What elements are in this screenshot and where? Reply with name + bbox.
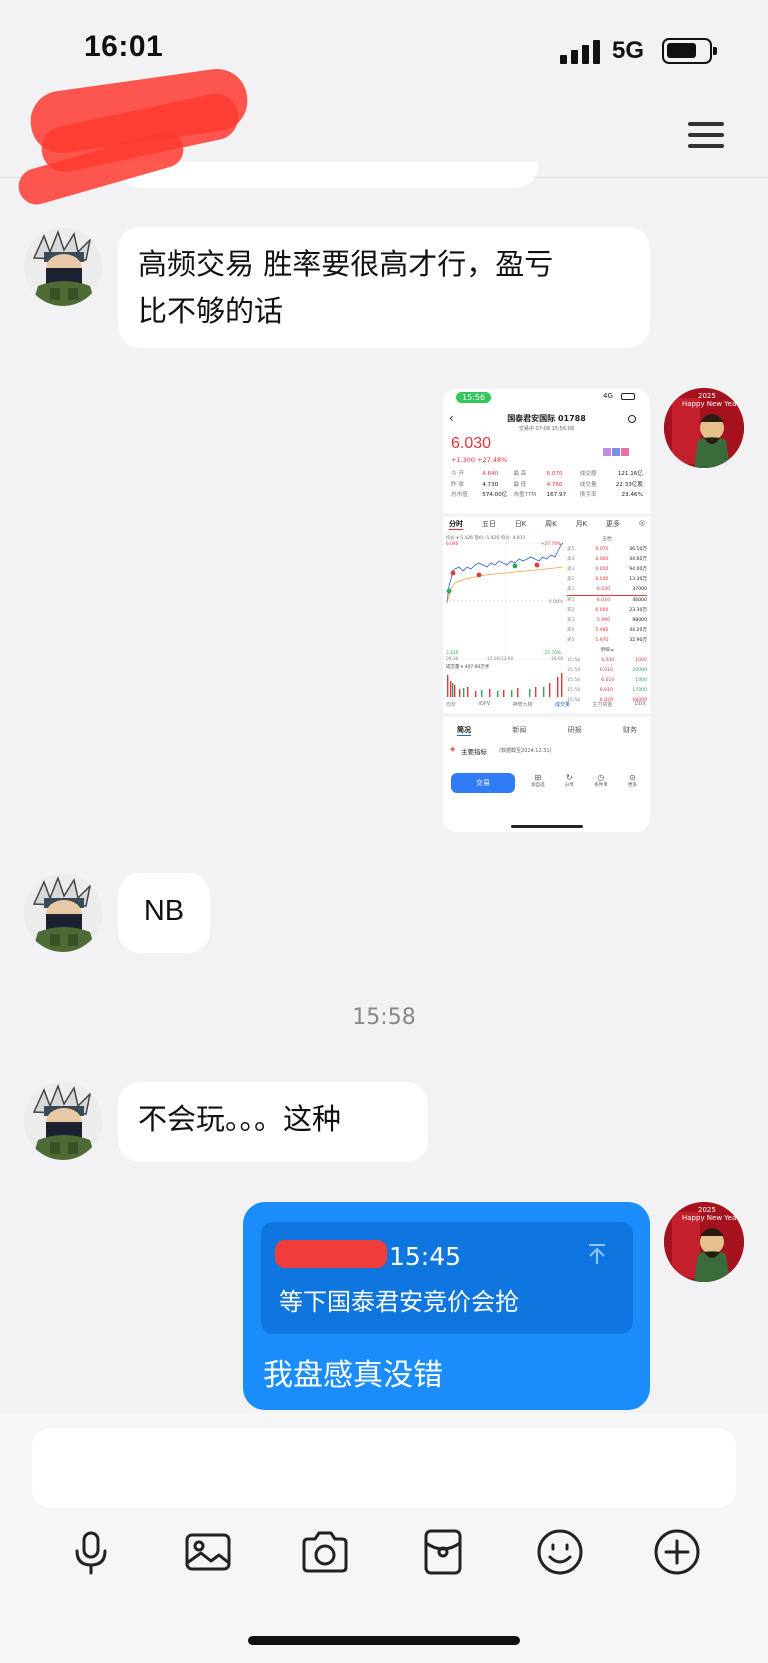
shot-main-indicator: 主要指标 — [461, 748, 487, 756]
trade-row: 15:56 6.010 1000 — [567, 678, 647, 683]
shot-tab: 分时 — [449, 520, 463, 530]
ask-row: 卖5 6.070 46.10万 — [567, 547, 647, 552]
trade-row: 15:56 6.030 1000 — [567, 658, 647, 663]
shot-tab: 五日 — [481, 520, 496, 528]
shot-price: 6.030 — [451, 435, 492, 452]
shot-pct-mid: 0.00% — [549, 600, 563, 605]
bid-row: 买3 5.990 98000 — [567, 618, 647, 623]
shot-subtitle: 交易中 07-08 15:56:08 — [518, 426, 575, 432]
avatar-badge-text: Happy New Yea — [682, 1214, 737, 1222]
shot-tags — [603, 441, 629, 460]
shot-period-tabs: 分时 五日 日K 周K 月K 更多 ◎ — [449, 519, 645, 530]
message-text: 比不够的话 — [138, 294, 284, 328]
red-packet-icon[interactable] — [418, 1527, 468, 1577]
shot-battery-icon — [621, 393, 635, 400]
shot-pct-bot: -27.70% — [543, 651, 561, 656]
screenshot-image[interactable]: 15:56 4G ‹ 国泰君安国际 01788 交易中 07-08 15:56:… — [443, 389, 650, 832]
ask-row: 卖2 6.040 13.30万 — [567, 577, 647, 582]
message-text: NB — [143, 895, 185, 927]
avatar-badge-year: 2025 — [698, 392, 716, 400]
bid-row: 买1 6.010 46000 — [567, 598, 647, 603]
shot-stats: 今 开 4.840 最 高 6.070 成交额 121.16亿 昨 收 4.730 最 … — [451, 469, 643, 501]
message-text: 高频交易 胜率要很高才行，盈亏 — [138, 247, 554, 281]
friend-avatar[interactable] — [24, 228, 102, 306]
shot-y-top: 6.040 — [446, 542, 459, 547]
voice-icon[interactable] — [66, 1527, 116, 1577]
message-text: 我盘感真没错 — [263, 1358, 443, 1393]
stats-row: 今 开 4.840 最 高 6.070 成交额 121.16亿 — [451, 471, 643, 477]
self-avatar[interactable]: 2025 Happy New Yea — [664, 1202, 744, 1282]
shot-tab: 月K — [575, 520, 588, 528]
avatar-badge-text: Happy New Yea — [682, 400, 737, 408]
network-type: 5G — [612, 37, 645, 64]
shot-bottom-actions: ⊞ 加自选 ↻ 分享 ◷ 条件单 ⊙ 更多 — [531, 773, 637, 788]
plus-icon[interactable] — [652, 1527, 702, 1577]
bid-row: 买2 6.000 23.30万 — [567, 608, 647, 613]
shot-tab: 周K — [545, 520, 557, 528]
message-bubble[interactable]: NB — [118, 873, 210, 953]
shot-network: 4G — [603, 392, 613, 400]
chat-timestamp: 15:58 — [352, 1005, 416, 1030]
shot-section-tabs: 简况 新闻 研报 财务 — [457, 726, 637, 736]
previous-message-bubble — [118, 162, 538, 188]
scroll-to-quote-icon[interactable] — [585, 1242, 609, 1266]
self-avatar[interactable]: 2025 Happy New Yea — [664, 388, 744, 468]
shot-home-indicator — [511, 825, 583, 828]
quote-time: 15:45 — [389, 1242, 462, 1271]
shot-indicator-tabs: 均价 IOPV 神奇九转 成交量 主力资金 DDX — [446, 701, 646, 708]
shot-status-time: 15:56 — [456, 392, 492, 403]
shot-indicator-date: (数据截至2024.12.31) — [499, 748, 552, 754]
shot-x-right: 16:00 — [551, 657, 564, 662]
stats-row: 总市值 574.00亿 市盈TTM 167.97 换手率 23.46% — [451, 492, 643, 498]
shot-y-bot: 3.420 — [446, 651, 459, 656]
avatar-badge-year: 2025 — [698, 1206, 716, 1214]
message-text: 不会玩。。。这种 — [138, 1102, 342, 1136]
shot-x-left: 09:30 — [446, 657, 459, 662]
shot-x-mid: 12:00/13:00 — [487, 657, 514, 662]
stats-row: 昨 收 4.730 最 低 4.760 成交量 22.33亿股 — [451, 481, 643, 488]
camera-icon[interactable] — [300, 1527, 350, 1577]
shot-tab: 更多 — [606, 520, 620, 528]
emoji-icon[interactable] — [535, 1527, 585, 1577]
bid-row: 买5 5.970 32.90万 — [567, 638, 647, 643]
status-time: 16:01 — [84, 30, 164, 63]
message-bubble-self[interactable]: 15:45 等下国泰君安竞价会抢 我盘感真没错 — [243, 1202, 650, 1410]
bid-row: 买4 5.980 44.20万 — [567, 628, 647, 633]
shot-pct-top: +27.70% — [541, 542, 561, 547]
battery-icon — [662, 38, 717, 64]
quote-text: 等下国泰君安竞价会抢 — [279, 1288, 519, 1316]
shot-order-book: 五档 卖5 6.070 46.10万 卖4 6.060 44.60万 卖3 6.050 94… — [567, 535, 647, 706]
redacted-quote-sender — [275, 1240, 387, 1268]
ask-row: 卖4 6.060 44.60万 — [567, 557, 647, 562]
shot-change: +1.300 +27.48% — [451, 456, 508, 464]
shot-volume-label: 成交量 ▾ 407.00万手 — [446, 665, 490, 670]
message-bubble[interactable]: 高频交易 胜率要很高才行，盈亏 比不够的话 — [118, 227, 650, 348]
shot-volume-chart — [447, 673, 563, 697]
image-icon[interactable] — [183, 1527, 233, 1577]
shot-tab: 日K — [514, 520, 527, 528]
trade-row: 15:56 6.010 20000 — [567, 668, 647, 673]
shot-indicator-icon: ◈ — [450, 745, 456, 753]
menu-button[interactable] — [688, 120, 726, 150]
friend-avatar[interactable] — [24, 874, 102, 952]
shot-title: 国泰君安国际 01788 — [507, 414, 586, 423]
shot-settings-icon: ◎ — [638, 519, 645, 527]
message-input[interactable] — [32, 1428, 736, 1508]
home-indicator — [248, 1636, 520, 1645]
shot-search-icon — [628, 415, 636, 423]
signal-icon — [560, 40, 602, 64]
message-bubble[interactable]: 不会玩。。。这种 — [118, 1082, 428, 1162]
friend-avatar[interactable] — [24, 1082, 102, 1160]
ask-row: 卖1 6.030 37000 — [567, 585, 647, 596]
trade-row: 15:56 6.010 17000 — [567, 688, 647, 693]
shot-trade-button: 交易 — [451, 773, 515, 793]
quoted-message[interactable]: 15:45 等下国泰君安竞价会抢 — [261, 1222, 633, 1334]
ask-row: 卖3 6.050 94.00万 — [567, 567, 647, 572]
